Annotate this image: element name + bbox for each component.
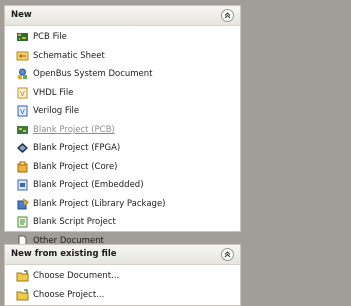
new-pcb-file-item[interactable]: PCB File xyxy=(5,28,240,47)
new-schematic-sheet-item[interactable]: Schematic Sheet xyxy=(5,47,240,66)
item-label: Blank Project (FPGA) xyxy=(33,143,121,154)
choose-document-icon xyxy=(16,270,29,282)
new-panel-header[interactable]: New xyxy=(5,6,240,26)
new-panel-title: New xyxy=(11,10,32,20)
collapse-existing-panel-button[interactable] xyxy=(221,248,234,261)
choose-document-item[interactable]: Choose Document... xyxy=(5,267,240,286)
new-from-existing-panel: New from existing file Choose Document..… xyxy=(4,244,241,306)
svg-text:V: V xyxy=(20,90,25,98)
verilog-file-icon: V xyxy=(16,105,29,117)
chevron-double-up-icon xyxy=(224,12,231,19)
new-blank-project-library-package-item[interactable]: Blank Project (Library Package) xyxy=(5,195,240,214)
item-label: Blank Script Project xyxy=(33,217,116,228)
item-label: Schematic Sheet xyxy=(33,50,105,61)
item-label: Verilog File xyxy=(33,106,80,117)
item-label: Blank Project (Core) xyxy=(33,161,118,172)
chevron-double-up-icon xyxy=(224,251,231,258)
embedded-project-icon xyxy=(16,179,29,191)
openbus-document-icon xyxy=(16,68,29,80)
existing-panel-header[interactable]: New from existing file xyxy=(5,245,240,265)
existing-panel-title: New from existing file xyxy=(11,249,117,259)
item-label: Choose Document... xyxy=(33,271,120,282)
item-label: PCB File xyxy=(33,32,67,43)
new-vhdl-file-item[interactable]: V VHDL File xyxy=(5,84,240,103)
new-panel: New PCB File Schematic Sheet OpenBus Sys… xyxy=(4,5,241,247)
item-label: Blank Project (Embedded) xyxy=(33,180,144,191)
library-package-icon xyxy=(16,198,29,210)
new-blank-script-project-item[interactable]: Blank Script Project xyxy=(5,213,240,232)
new-blank-project-core-item[interactable]: Blank Project (Core) xyxy=(5,158,240,177)
svg-text:V: V xyxy=(20,108,25,116)
new-blank-project-fpga-item[interactable]: Blank Project (FPGA) xyxy=(5,139,240,158)
item-label: OpenBus System Document xyxy=(33,69,153,80)
item-label: Blank Project (Library Package) xyxy=(33,198,166,209)
item-label: Blank Project (PCB) xyxy=(33,124,115,135)
core-project-icon xyxy=(16,161,29,173)
script-project-icon xyxy=(16,216,29,228)
item-label: VHDL File xyxy=(33,87,74,98)
collapse-new-panel-button[interactable] xyxy=(221,9,234,22)
existing-items-list: Choose Document... Choose Project... xyxy=(5,265,240,304)
schematic-sheet-icon xyxy=(16,50,29,62)
new-openbus-document-item[interactable]: OpenBus System Document xyxy=(5,65,240,84)
new-blank-project-pcb-item[interactable]: Blank Project (PCB) xyxy=(5,121,240,140)
fpga-project-icon xyxy=(16,142,29,154)
new-items-list: PCB File Schematic Sheet OpenBus System … xyxy=(5,26,240,250)
pcb-project-icon xyxy=(16,124,29,136)
pcb-file-icon xyxy=(16,31,29,43)
vhdl-file-icon: V xyxy=(16,87,29,99)
new-blank-project-embedded-item[interactable]: Blank Project (Embedded) xyxy=(5,176,240,195)
new-verilog-file-item[interactable]: V Verilog File xyxy=(5,102,240,121)
